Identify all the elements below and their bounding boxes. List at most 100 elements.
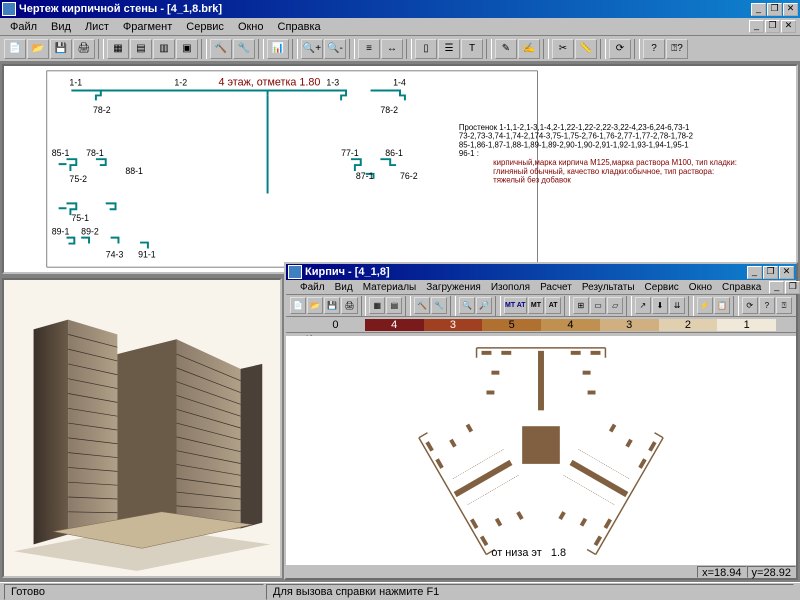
sub-elev-icon[interactable]: ▭ xyxy=(590,297,606,314)
mdi-restore-button[interactable]: ❐ xyxy=(765,20,780,33)
sub-wall-icon[interactable]: ▤ xyxy=(386,297,402,314)
sub-mdi-max-button[interactable]: ❐ xyxy=(785,281,800,294)
sub-wrench-icon[interactable]: 🔧 xyxy=(431,297,447,314)
sub-print-icon[interactable]: 🖨 xyxy=(341,297,357,314)
sub-zoom-icon[interactable]: 🔍 xyxy=(459,297,475,314)
drawing-canvas[interactable]: 1-1 1-2 4 этаж, отметка 1.80 1-3 1-4 78-… xyxy=(2,64,798,274)
sub-section-icon[interactable]: ⊞ xyxy=(573,297,589,314)
sub-about-icon[interactable]: ⍰ xyxy=(776,297,792,314)
sub-refresh-icon[interactable]: ⟳ xyxy=(742,297,758,314)
sub-close-button[interactable]: ✕ xyxy=(779,266,794,279)
svg-text:4 этаж, отметка 1.80: 4 этаж, отметка 1.80 xyxy=(219,77,321,89)
sub-menu-materials[interactable]: Материалы xyxy=(359,282,421,293)
svg-text:77-1: 77-1 xyxy=(341,148,359,158)
cut-icon[interactable]: ✂ xyxy=(552,39,574,59)
sub-title: Кирпич - [4_1,8] xyxy=(305,266,747,278)
sub-menu-isofields[interactable]: Изополя xyxy=(487,282,534,293)
maximize-button[interactable]: ❐ xyxy=(767,3,782,16)
main-menubar: Файл Вид Лист Фрагмент Сервис Окно Справ… xyxy=(0,18,800,36)
sub-new-icon[interactable]: 📄 xyxy=(290,297,306,314)
sub-menu-file[interactable]: Файл xyxy=(296,282,329,293)
sub-menu-help[interactable]: Справка xyxy=(718,282,765,293)
context-help-icon[interactable]: ⍰? xyxy=(666,39,688,59)
open-icon[interactable]: 📂 xyxy=(27,39,49,59)
wall-icon[interactable]: ▥ xyxy=(153,39,175,59)
close-button[interactable]: ✕ xyxy=(783,3,798,16)
menu-list[interactable]: Лист xyxy=(79,20,115,34)
sub-load-icon[interactable]: ⬇ xyxy=(652,297,668,314)
print-icon[interactable]: 🖨 xyxy=(73,39,95,59)
svg-text:1-3: 1-3 xyxy=(326,78,339,88)
menu-view[interactable]: Вид xyxy=(45,20,77,34)
mdi-minimize-button[interactable]: _ xyxy=(749,20,764,33)
sub-arrow-icon[interactable]: ↗ xyxy=(635,297,651,314)
sub-window: Кирпич - [4_1,8] _ ❐ ✕ Файл Вид Материал… xyxy=(284,262,798,580)
sub-save-icon[interactable]: 💾 xyxy=(324,297,340,314)
sub-menu-loads[interactable]: Загружения xyxy=(422,282,485,293)
sub-plan-icon[interactable]: ▱ xyxy=(607,297,623,314)
chart-icon[interactable]: 📊 xyxy=(267,39,289,59)
hammer-icon[interactable]: 🔨 xyxy=(210,39,232,59)
select-icon[interactable]: ▯ xyxy=(415,39,437,59)
list-icon[interactable]: ☰ xyxy=(438,39,460,59)
svg-text:глиняный обычный, качество кла: глиняный обычный, качество кладки:обычно… xyxy=(493,167,714,176)
coord-x: x=18.94 xyxy=(697,566,746,578)
align-icon[interactable]: ≡ xyxy=(358,39,380,59)
sub-zoomout-icon[interactable]: 🔎 xyxy=(476,297,492,314)
layers-icon[interactable]: ▤ xyxy=(130,39,152,59)
zoom-out-icon[interactable]: 🔍- xyxy=(324,39,346,59)
svg-text:Простенок 1-1,1-2,1-3,1-4,2-1,: Простенок 1-1,1-2,1-3,1-4,2-1,22-1,22-2,… xyxy=(459,123,690,132)
menu-help[interactable]: Справка xyxy=(272,20,327,34)
menu-file[interactable]: Файл xyxy=(4,20,43,34)
sub-menu-view[interactable]: Вид xyxy=(331,282,357,293)
sub-mdi-min-button[interactable]: _ xyxy=(769,281,784,294)
menu-fragment[interactable]: Фрагмент xyxy=(117,20,178,34)
sub-open-icon[interactable]: 📂 xyxy=(307,297,323,314)
sub-analyze-icon[interactable]: ⚡ xyxy=(697,297,713,314)
sub-menu-service[interactable]: Сервис xyxy=(641,282,683,293)
main-toolbar: 📄 📂 💾 🖨 ▦ ▤ ▥ ▣ 🔨 🔧 📊 🔍+ 🔍- ≡ ↔ ▯ ☰ T ✎ … xyxy=(0,36,800,62)
sub-report-icon[interactable]: 📋 xyxy=(714,297,730,314)
sub-force-icon[interactable]: ⇊ xyxy=(669,297,685,314)
svg-text:89-1: 89-1 xyxy=(52,227,70,237)
save-icon[interactable]: 💾 xyxy=(50,39,72,59)
sub-help-icon[interactable]: ? xyxy=(759,297,775,314)
svg-text:85-1: 85-1 xyxy=(52,148,70,158)
menu-window[interactable]: Окно xyxy=(232,20,270,34)
wrench-icon[interactable]: 🔧 xyxy=(233,39,255,59)
sub-at-button[interactable]: AT xyxy=(545,297,561,314)
text-icon[interactable]: T xyxy=(461,39,483,59)
sub-mtat-button[interactable]: MT AT xyxy=(504,297,527,314)
sub-menu-window[interactable]: Окно xyxy=(685,282,716,293)
menu-service[interactable]: Сервис xyxy=(180,20,230,34)
sub-menu-calc[interactable]: Расчет xyxy=(536,282,576,293)
measure-icon[interactable]: 📏 xyxy=(575,39,597,59)
sub-minimize-button[interactable]: _ xyxy=(747,266,762,279)
refresh-icon[interactable]: ⟳ xyxy=(609,39,631,59)
svg-text:1-2: 1-2 xyxy=(174,78,187,88)
sub-mt-button[interactable]: MT xyxy=(528,297,544,314)
svg-text:75-2: 75-2 xyxy=(69,174,87,184)
grid-icon[interactable]: ▦ xyxy=(107,39,129,59)
main-titlebar: Чертеж кирпичной стены - [4_1,8.brk] _ ❐… xyxy=(0,0,800,18)
help-icon[interactable]: ? xyxy=(643,39,665,59)
sub-maximize-button[interactable]: ❐ xyxy=(763,266,778,279)
zoom-in-icon[interactable]: 🔍+ xyxy=(301,39,323,59)
edit-icon[interactable]: ✎ xyxy=(495,39,517,59)
main-title: Чертеж кирпичной стены - [4_1,8.brk] xyxy=(19,3,751,15)
sub-hammer-icon[interactable]: 🔨 xyxy=(414,297,430,314)
dimension-icon[interactable]: ↔ xyxy=(381,39,403,59)
note-icon[interactable]: ✍ xyxy=(518,39,540,59)
render-3d-view[interactable] xyxy=(2,278,282,578)
sub-statusbar: x=18.94 y=28.92 xyxy=(286,564,796,578)
column-icon[interactable]: ▣ xyxy=(176,39,198,59)
svg-text:1.8: 1.8 xyxy=(551,547,566,559)
sub-menu-results[interactable]: Результаты xyxy=(578,282,639,293)
mdi-close-button[interactable]: ✕ xyxy=(781,20,796,33)
status-ready: Готово xyxy=(4,584,264,600)
svg-text:74-3: 74-3 xyxy=(106,249,124,259)
sub-grid-icon[interactable]: ▦ xyxy=(369,297,385,314)
minimize-button[interactable]: _ xyxy=(751,3,766,16)
plan-view[interactable]: от низа эт 1.8 xyxy=(286,336,796,564)
new-icon[interactable]: 📄 xyxy=(4,39,26,59)
